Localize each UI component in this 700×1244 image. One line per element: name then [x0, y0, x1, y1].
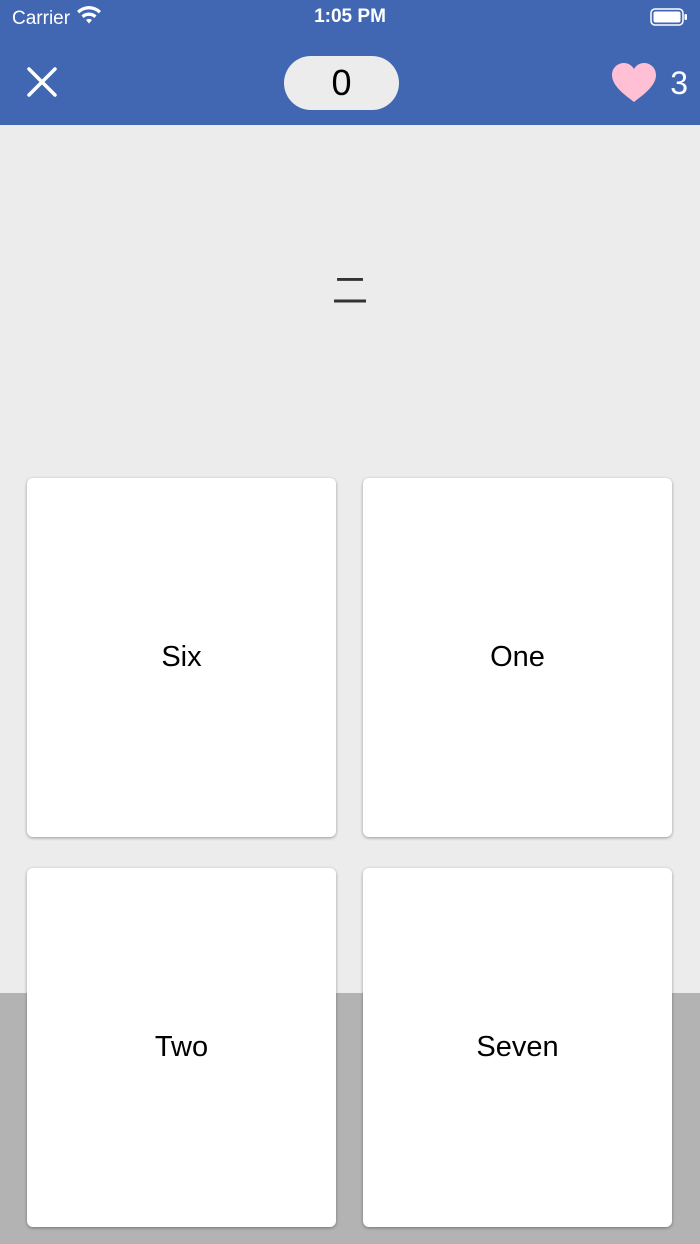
answer-label: One — [490, 641, 545, 673]
score-value: 0 — [331, 62, 352, 103]
question-prompt: 二 — [331, 271, 368, 312]
close-icon — [27, 67, 57, 97]
answer-label: Seven — [476, 1031, 559, 1063]
status-bar: Carrier 1:05 PM — [0, 0, 700, 36]
battery-icon — [650, 8, 688, 26]
heart-icon — [612, 63, 657, 102]
answer-card[interactable]: Six — [27, 478, 336, 837]
close-button[interactable] — [22, 62, 62, 102]
status-time: 1:05 PM — [314, 6, 386, 27]
answer-card[interactable]: Two — [27, 868, 336, 1227]
answer-card[interactable]: Seven — [363, 868, 672, 1227]
score-badge: 0 — [284, 56, 399, 110]
answer-label: Two — [154, 1031, 209, 1063]
lives-counter: 3 — [610, 60, 688, 106]
top-bar: Carrier 1:05 PM 0 3 — [0, 0, 700, 125]
answer-card[interactable]: One — [363, 478, 672, 837]
answer-label: Six — [161, 641, 202, 673]
lives-value: 3 — [670, 64, 688, 101]
